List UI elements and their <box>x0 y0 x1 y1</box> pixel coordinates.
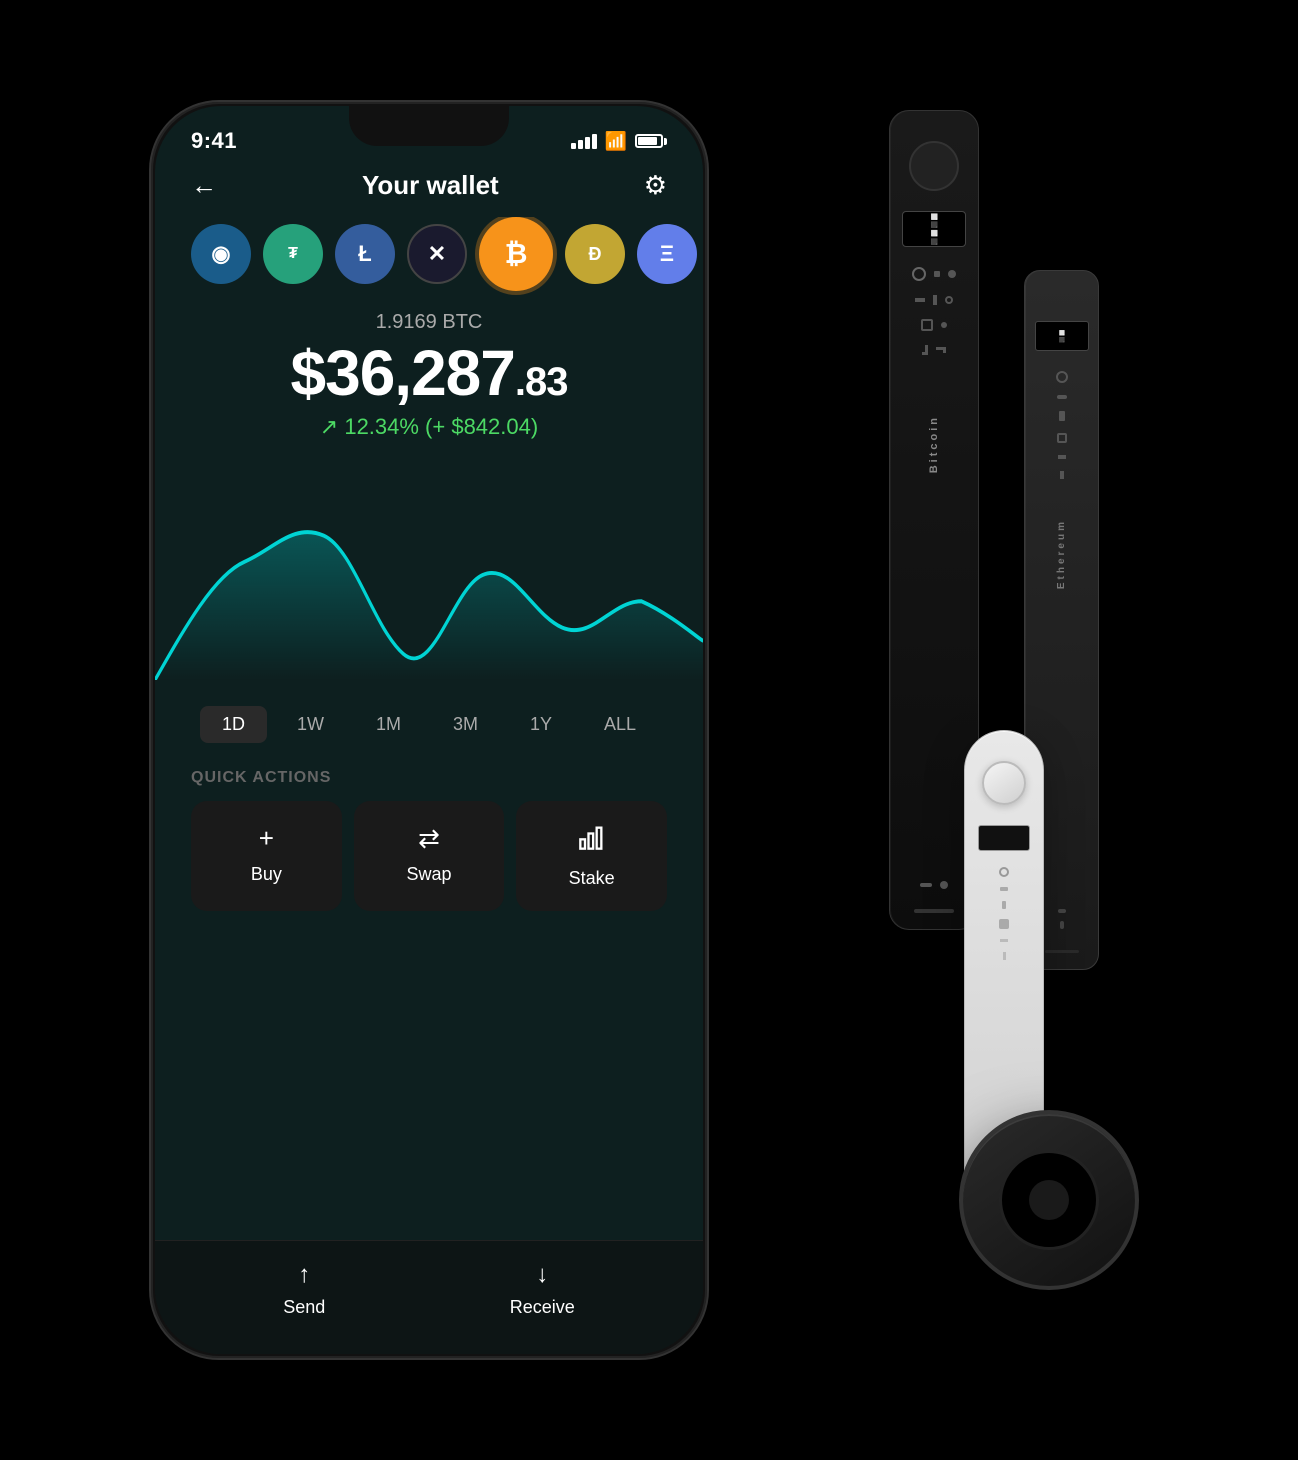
swap-icon: ⇄ <box>418 823 440 854</box>
bottom-bar: ↑ Send ↓ Receive <box>155 1240 703 1354</box>
balance-change: ↗ 12.34% (+ $842.04) <box>191 414 667 440</box>
signal-icon <box>571 134 597 149</box>
coin-doge[interactable]: Ð <box>565 224 625 284</box>
time-1m[interactable]: 1M <box>354 706 423 743</box>
nanox-device-label: Bitcoin <box>928 415 940 473</box>
coin-tether[interactable]: ₮ <box>263 224 323 284</box>
usd-main: $36,287 <box>291 337 515 409</box>
scene: 9:41 📶 <box>99 50 1199 1410</box>
nanos-screen-text: ⬛⬜ <box>1059 329 1065 343</box>
send-label: Send <box>283 1297 325 1318</box>
receive-button[interactable]: ↓ Receive <box>510 1261 575 1318</box>
time-1w[interactable]: 1W <box>275 706 346 743</box>
buy-button[interactable]: + Buy <box>191 801 342 911</box>
stake-icon <box>578 823 606 858</box>
nanox-screen-text: ⬛⬜⬛⬜ <box>931 212 938 245</box>
buy-label: Buy <box>251 864 282 885</box>
nanox-top-button <box>909 141 959 191</box>
receive-icon: ↓ <box>536 1261 548 1289</box>
notch <box>349 106 509 146</box>
status-time: 9:41 <box>191 128 237 154</box>
chart-area <box>155 450 703 690</box>
back-button[interactable]: ← <box>191 170 217 201</box>
price-chart <box>155 470 703 680</box>
swap-button[interactable]: ⇄ Swap <box>354 801 505 911</box>
usd-balance: $36,287.83 <box>191 338 667 408</box>
time-1y[interactable]: 1Y <box>508 706 574 743</box>
phone-screen: 9:41 📶 <box>155 106 703 1354</box>
time-3m[interactable]: 3M <box>431 706 500 743</box>
settings-icon[interactable]: ⚙ <box>644 170 667 201</box>
buy-icon: + <box>259 823 274 854</box>
page-title: Your wallet <box>362 170 499 201</box>
receive-label: Receive <box>510 1297 575 1318</box>
volume-up-button <box>149 302 151 352</box>
phone-left-buttons <box>149 302 151 422</box>
quick-actions-label: QUICK ACTIONS <box>155 759 703 801</box>
coin-ethereum[interactable]: Ξ <box>637 224 697 284</box>
nanox-screen: ⬛⬜⬛⬜ <box>902 211 966 247</box>
time-selector: 1D 1W 1M 3M 1Y ALL <box>155 690 703 759</box>
crypto-amount: 1.9169 BTC <box>191 311 667 334</box>
stax-inner <box>999 1150 1099 1250</box>
ledger-stax <box>959 1110 1139 1290</box>
stake-button[interactable]: Stake <box>516 801 667 911</box>
nanos-screen: ⬛⬜ <box>1035 321 1089 351</box>
white-device-button <box>982 761 1026 805</box>
balance-section: 1.9169 BTC $36,287.83 ↗ 12.34% (+ $842.0… <box>155 311 703 450</box>
swap-label: Swap <box>406 864 451 885</box>
power-button <box>707 342 709 422</box>
time-all[interactable]: ALL <box>582 706 658 743</box>
nanox-icons <box>912 267 956 355</box>
crypto-carousel: ◉ ₮ Ł ✕ ₿ Ð Ξ BNB ▲ <box>155 217 703 311</box>
coin-bitcoin[interactable]: ₿ <box>479 217 553 291</box>
volume-down-button <box>149 372 151 422</box>
status-icons: 📶 <box>571 131 667 152</box>
coin-xrp[interactable]: ✕ <box>407 224 467 284</box>
battery-icon <box>635 134 667 148</box>
coin-litecoin[interactable]: Ł <box>335 224 395 284</box>
phone: 9:41 📶 <box>149 100 709 1360</box>
quick-actions-row: + Buy ⇄ Swap Stake <box>155 801 703 911</box>
stake-label: Stake <box>569 868 615 889</box>
coin-custom[interactable]: ◉ <box>191 224 251 284</box>
wifi-icon: 📶 <box>605 131 627 152</box>
header: ← Your wallet ⚙ <box>155 160 703 217</box>
time-1d[interactable]: 1D <box>200 706 267 743</box>
usd-cents: .83 <box>515 360 568 404</box>
send-icon: ↑ <box>298 1261 310 1289</box>
nanos-icons <box>1056 371 1068 479</box>
nanos-device-label: Ethereum <box>1056 519 1067 589</box>
send-button[interactable]: ↑ Send <box>283 1261 325 1318</box>
stax-center <box>1029 1180 1069 1220</box>
